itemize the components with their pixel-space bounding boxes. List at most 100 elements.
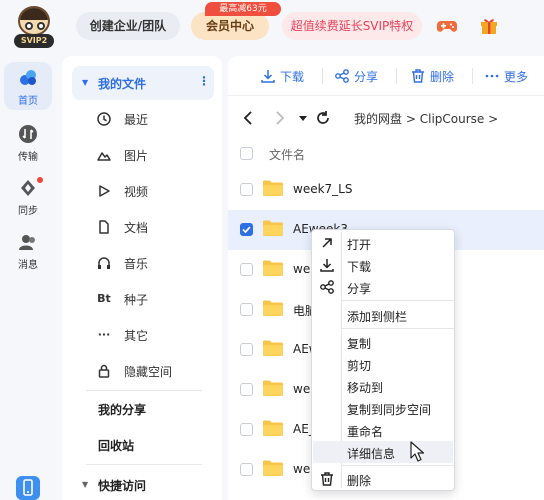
sidebar-item-music[interactable]: 音乐 xyxy=(72,248,214,278)
folder-icon xyxy=(263,380,283,396)
menu-item-rename[interactable]: 重命名 xyxy=(313,419,453,441)
vertical-more-icon[interactable]: ⋮ xyxy=(198,74,210,88)
file-name: we xyxy=(293,382,311,396)
download-icon xyxy=(261,70,275,83)
sidebar-item-torrents[interactable]: Bt 种子 xyxy=(72,284,214,314)
file-sidebar: ▼ 我的文件 ⋮ 最近 图片 视频 文档 音乐 Bt 种子 ··· 其它 隐藏空… xyxy=(62,56,222,500)
column-filename[interactable]: 文件名 xyxy=(269,146,305,163)
mouse-pointer-icon xyxy=(410,441,424,462)
sidebar-item-recent[interactable]: 最近 xyxy=(72,104,214,134)
menu-item-share[interactable]: 分享 xyxy=(313,276,453,298)
folder-icon xyxy=(263,260,283,276)
history-dropdown-icon[interactable] xyxy=(294,109,312,127)
refresh-icon[interactable] xyxy=(314,109,332,127)
clock-icon xyxy=(97,112,111,126)
menu-item-copy-to-sync[interactable]: 复制到同步空间 xyxy=(313,397,453,419)
menu-item-copy[interactable]: 复制 xyxy=(313,331,453,353)
top-bar: SVIP2 创建企业/团队 会员中心 最高减63元 超值续费延长SVIP特权 xyxy=(0,0,544,52)
row-checkbox[interactable] xyxy=(240,263,253,276)
folder-icon xyxy=(263,340,283,356)
trash-icon xyxy=(412,69,424,83)
sidebar-item-others[interactable]: ··· 其它 xyxy=(72,320,214,350)
avatar[interactable]: SVIP2 xyxy=(12,6,56,48)
sidebar-item-documents[interactable]: 文档 xyxy=(72,212,214,242)
torrent-icon: Bt xyxy=(97,292,111,305)
row-checkbox[interactable] xyxy=(240,383,253,396)
vip-discount-badge: 最高减63元 xyxy=(205,2,281,16)
row-checkbox[interactable] xyxy=(240,303,253,316)
sidebar-item-images[interactable]: 图片 xyxy=(72,140,214,170)
navigation-bar: 我的网盘 > ClipCourse > xyxy=(228,104,544,132)
row-checkbox[interactable] xyxy=(240,463,253,476)
breadcrumb-current[interactable]: ClipCourse xyxy=(420,112,485,126)
row-checkbox[interactable] xyxy=(240,343,253,356)
sidebar-item-recycle-bin[interactable]: 回收站 xyxy=(98,437,134,454)
trash-icon xyxy=(321,472,333,486)
vip-center-button[interactable]: 会员中心 xyxy=(191,12,269,40)
menu-item-add-to-sidebar[interactable]: 添加到侧栏 xyxy=(313,304,453,326)
menu-item-move-to[interactable]: 移动到 xyxy=(313,375,453,397)
context-menu: 打开 下载 分享 添加到侧栏 复制 剪切 移动到 复制到同步空间 重命名 详细信… xyxy=(311,229,455,491)
row-checkbox[interactable] xyxy=(240,183,253,196)
row-checkbox[interactable] xyxy=(240,223,253,236)
download-button[interactable]: 下载 xyxy=(260,67,310,85)
sidebar-item-my-share[interactable]: 我的分享 xyxy=(98,401,146,418)
svip-level-badge: SVIP2 xyxy=(14,34,54,48)
folder-icon xyxy=(263,180,283,196)
row-checkbox[interactable] xyxy=(240,423,253,436)
notification-dot xyxy=(37,177,43,183)
more-icon: ··· xyxy=(97,328,111,341)
transfer-icon xyxy=(19,125,37,143)
sidebar-item-quick-access[interactable]: 快捷访问 xyxy=(98,477,146,494)
rail-item-sync[interactable]: 同步 xyxy=(4,172,52,220)
sidebar-divider xyxy=(86,390,202,391)
menu-item-details[interactable]: 详细信息 xyxy=(313,441,453,463)
caret-down-icon: ▼ xyxy=(82,78,89,87)
avatar-face xyxy=(18,6,50,36)
breadcrumb-root[interactable]: 我的网盘 xyxy=(354,112,402,126)
menu-item-download[interactable]: 下载 xyxy=(313,254,453,276)
image-icon xyxy=(97,152,111,161)
rail-item-transfer[interactable]: 传输 xyxy=(4,118,52,166)
phone-icon[interactable] xyxy=(16,476,40,500)
message-icon xyxy=(19,235,35,250)
create-team-button[interactable]: 创建企业/团队 xyxy=(76,12,180,40)
share-button[interactable]: 分享 xyxy=(334,67,384,85)
back-arrow-icon[interactable] xyxy=(240,109,258,127)
lock-icon xyxy=(98,364,110,378)
headphones-icon xyxy=(98,257,110,269)
more-button[interactable]: 更多 xyxy=(484,67,540,85)
delete-button[interactable]: 删除 xyxy=(410,67,460,85)
rail-item-home[interactable]: 首页 xyxy=(4,62,52,110)
file-row[interactable]: week7_LS xyxy=(228,170,544,210)
share-icon xyxy=(335,69,349,83)
file-list-header: 文件名 xyxy=(228,140,544,168)
game-controller-icon[interactable] xyxy=(436,16,458,36)
sidebar-item-videos[interactable]: 视频 xyxy=(72,176,214,206)
folder-icon xyxy=(263,300,283,316)
open-arrow-icon xyxy=(322,238,332,248)
share-icon xyxy=(320,280,334,294)
file-name: week7_LS xyxy=(293,182,353,196)
video-icon xyxy=(99,185,110,197)
rail-item-messages[interactable]: 消息 xyxy=(4,226,52,274)
breadcrumb: 我的网盘 > ClipCourse > xyxy=(354,112,499,126)
select-all-checkbox[interactable] xyxy=(240,147,253,160)
sidebar-item-hidden-space[interactable]: 隐藏空间 xyxy=(72,356,214,386)
more-horizontal-icon xyxy=(485,74,499,78)
forward-arrow-icon[interactable] xyxy=(270,109,288,127)
menu-item-delete[interactable]: 删除 xyxy=(313,468,453,490)
svip-renew-button[interactable]: 超值续费延长SVIP特权 xyxy=(282,12,422,40)
document-icon xyxy=(99,220,109,234)
menu-item-open[interactable]: 打开 xyxy=(313,232,453,254)
folder-icon xyxy=(263,460,283,476)
sync-icon xyxy=(21,180,35,196)
file-name: we xyxy=(293,462,311,476)
caret-down-icon[interactable]: ▼ xyxy=(82,480,88,489)
menu-item-cut[interactable]: 剪切 xyxy=(313,353,453,375)
sidebar-item-my-files[interactable]: ▼ 我的文件 ⋮ xyxy=(72,66,214,100)
folder-icon xyxy=(263,420,283,436)
gift-icon[interactable] xyxy=(478,14,500,36)
sidebar-divider xyxy=(86,464,202,465)
download-icon xyxy=(320,259,334,272)
